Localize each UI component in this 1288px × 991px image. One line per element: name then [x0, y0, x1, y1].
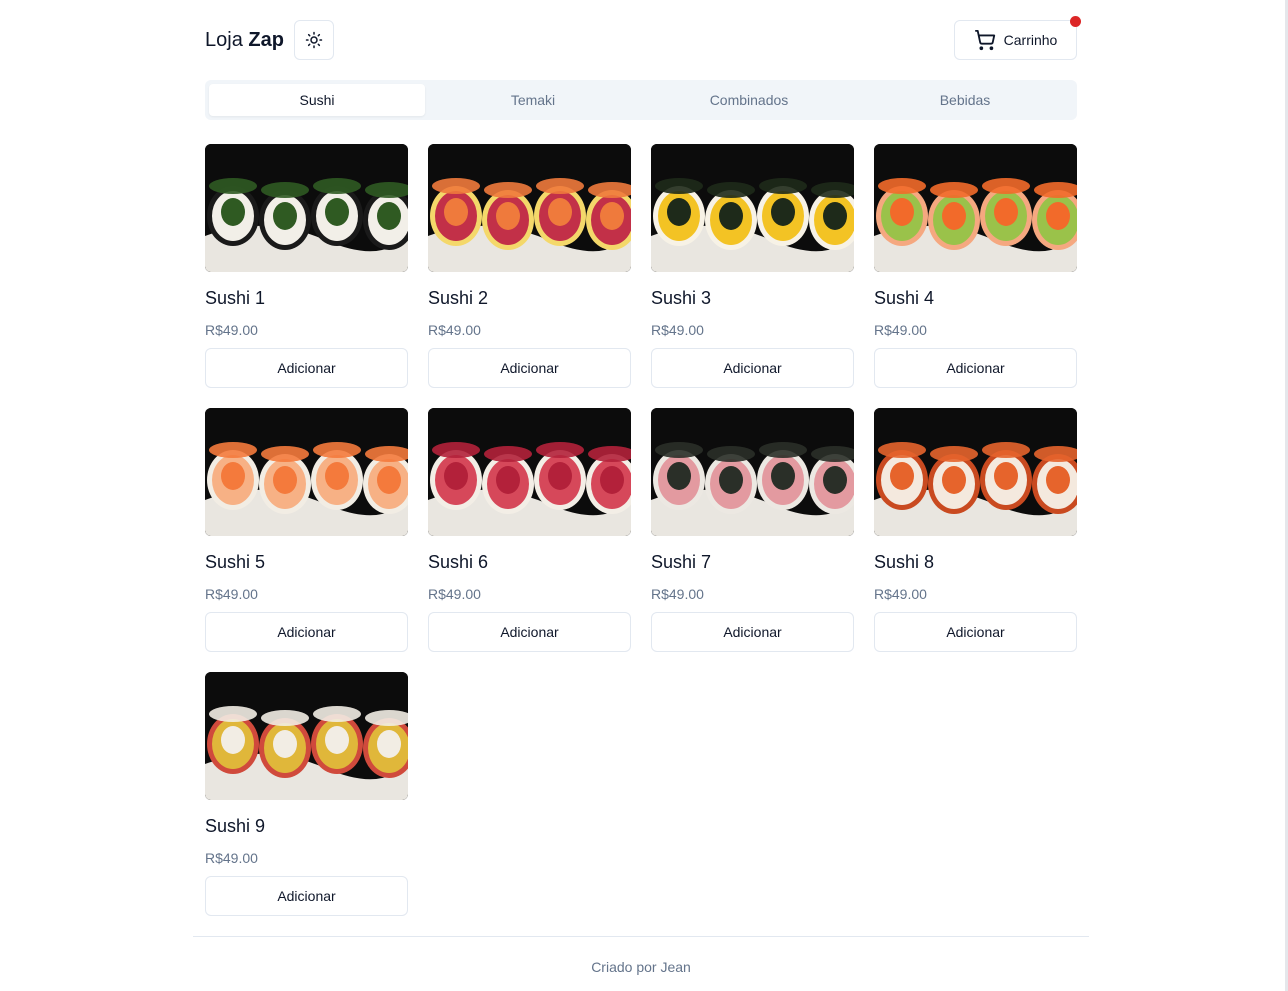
product-price: R$49.00 — [205, 850, 258, 866]
product-image — [874, 408, 1077, 536]
product-card: Sushi 8 R$49.00 Adicionar — [874, 408, 1077, 652]
product-card: Sushi 5 R$49.00 Adicionar — [205, 408, 408, 652]
add-to-cart-button[interactable]: Adicionar — [651, 612, 854, 652]
tab-temaki[interactable]: Temaki — [425, 84, 641, 116]
add-to-cart-button[interactable]: Adicionar — [874, 348, 1077, 388]
footer-divider — [193, 936, 1089, 937]
product-price: R$49.00 — [651, 322, 704, 338]
product-name: Sushi 3 — [651, 288, 712, 308]
product-name: Sushi 4 — [874, 288, 935, 308]
product-name: Sushi 7 — [651, 552, 712, 572]
tab-combinados[interactable]: Combinados — [641, 84, 857, 116]
header: Loja Zap Carrinho — [205, 16, 1081, 60]
cart-button[interactable]: Carrinho — [954, 16, 1081, 60]
product-image — [205, 672, 408, 800]
product-name: Sushi 9 — [205, 816, 266, 836]
product-name: Sushi 1 — [205, 288, 266, 308]
product-card: Sushi 7 R$49.00 Adicionar — [651, 408, 854, 652]
add-to-cart-button[interactable]: Adicionar — [428, 348, 631, 388]
product-card: Sushi 2 R$49.00 Adicionar — [428, 144, 631, 388]
add-to-cart-button[interactable]: Adicionar — [874, 612, 1077, 652]
add-to-cart-button[interactable]: Adicionar — [651, 348, 854, 388]
shopping-cart-icon — [974, 29, 995, 51]
cart-notification-badge — [1070, 16, 1081, 27]
footer-credit: Criado por Jean — [591, 959, 691, 975]
product-price: R$49.00 — [428, 586, 481, 602]
product-image — [651, 144, 854, 272]
theme-toggle-button[interactable] — [294, 20, 334, 60]
category-tabs: Sushi Temaki Combinados Bebidas — [205, 80, 1077, 120]
product-image — [428, 144, 631, 272]
product-card: Sushi 9 R$49.00 Adicionar — [205, 672, 408, 916]
product-image — [651, 408, 854, 536]
product-price: R$49.00 — [205, 322, 258, 338]
product-name: Sushi 6 — [428, 552, 489, 572]
add-to-cart-button[interactable]: Adicionar — [205, 348, 408, 388]
product-price: R$49.00 — [874, 586, 927, 602]
product-card: Sushi 3 R$49.00 Adicionar — [651, 144, 854, 388]
product-name: Sushi 2 — [428, 288, 489, 308]
product-price: R$49.00 — [874, 322, 927, 338]
tab-bebidas[interactable]: Bebidas — [857, 84, 1073, 116]
add-to-cart-button[interactable]: Adicionar — [205, 612, 408, 652]
product-image — [428, 408, 631, 536]
product-card: Sushi 4 R$49.00 Adicionar — [874, 144, 1077, 388]
tab-sushi[interactable]: Sushi — [209, 84, 425, 116]
product-price: R$49.00 — [428, 322, 481, 338]
product-image — [874, 144, 1077, 272]
brand-name-light: Loja — [205, 29, 243, 51]
product-name: Sushi 5 — [205, 552, 266, 572]
product-card: Sushi 6 R$49.00 Adicionar — [428, 408, 631, 652]
brand-name-bold: Zap — [248, 29, 284, 51]
brand-logo: Loja Zap — [205, 29, 284, 51]
product-price: R$49.00 — [205, 586, 258, 602]
cart-button-label: Carrinho — [1003, 32, 1058, 48]
sun-icon — [305, 31, 323, 49]
add-to-cart-button[interactable]: Adicionar — [428, 612, 631, 652]
product-name: Sushi 8 — [874, 552, 935, 572]
product-image — [205, 408, 408, 536]
product-card: Sushi 1 R$49.00 Adicionar — [205, 144, 408, 388]
product-image — [205, 144, 408, 272]
product-price: R$49.00 — [651, 586, 704, 602]
add-to-cart-button[interactable]: Adicionar — [205, 876, 408, 916]
